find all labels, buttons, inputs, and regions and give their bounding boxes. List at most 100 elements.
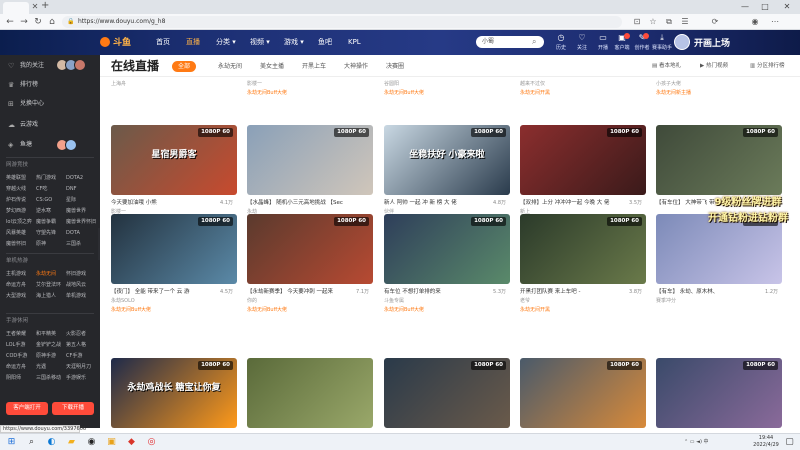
sidebar-game-link[interactable]: 阴阳师	[6, 373, 36, 383]
sidebar-game-link[interactable]: DOTA	[66, 228, 96, 238]
home-icon[interactable]: ⌂	[46, 17, 58, 27]
nav-kpl[interactable]: KPL	[348, 36, 361, 48]
sidebar-game-link[interactable]: 金铲铲之战	[36, 340, 66, 350]
stream-title[interactable]: 【水晶峰】 随机小三元高地挑战 【Sec	[247, 199, 357, 208]
stream-title[interactable]: 【永劫新赛季】 今天要冲刺 一起来	[247, 288, 357, 297]
sidebar-game-link[interactable]: 王者荣耀	[6, 329, 36, 339]
sidebar-game-link[interactable]: CS:GO	[36, 195, 66, 205]
forward-icon[interactable]: →	[18, 17, 30, 27]
stream-tag[interactable]: 永劫无间Buff大佬	[111, 306, 221, 314]
sidebar-game-link[interactable]: CF手游	[66, 351, 96, 361]
maximize-button[interactable]: □	[758, 2, 772, 12]
stream-title[interactable]: 【双排】上分 冲冲冲一起 今晚 大 佬	[520, 199, 630, 208]
sidebar-game-link[interactable]: 原神手游	[36, 351, 66, 361]
sidebar-game-link[interactable]: 星际	[66, 195, 96, 205]
streamer-name[interactable]: 你的	[247, 297, 357, 306]
streamer-name[interactable]: 赛季冲分	[656, 297, 766, 306]
avatar[interactable]	[674, 34, 690, 50]
reload-icon[interactable]: ↻	[32, 17, 44, 27]
sidebar-game-link[interactable]: 风暴英雄	[6, 228, 36, 238]
nav-games[interactable]: 游戏 ▾	[284, 36, 304, 48]
folder-icon[interactable]: ▰	[66, 437, 77, 448]
stream-thumbnail[interactable]	[247, 358, 373, 428]
site-logo[interactable]: 斗鱼	[113, 35, 131, 48]
stream-title[interactable]: 有车位 不想打单排的来	[384, 288, 494, 297]
tab-all[interactable]: 全部	[172, 61, 197, 72]
app-icon[interactable]: ▣	[106, 437, 117, 448]
sidebar-game-link[interactable]: lol云顶之弈	[6, 217, 36, 227]
hot-video-link[interactable]: ▶ 热门视频	[700, 61, 728, 71]
sidebar-game-link[interactable]: 单机游戏	[66, 291, 96, 301]
sidebar-item-exchange[interactable]: ⊞ 兑换中心	[0, 97, 100, 111]
sidebar-game-link[interactable]: CF吃	[36, 184, 66, 194]
stream-title[interactable]: 【夜门】 全能 带来了一个 云 游	[111, 288, 221, 297]
sidebar-game-link[interactable]: 火影忍者	[66, 329, 96, 339]
search-icon[interactable]: ⌕	[26, 437, 37, 448]
nav-fishbar[interactable]: 鱼吧	[318, 36, 332, 48]
nav-video[interactable]: 视频 ▾	[250, 36, 270, 48]
sidebar-game-link[interactable]: DNF	[66, 184, 96, 194]
nav-home[interactable]: 首页	[156, 36, 170, 48]
nav-category[interactable]: 分类 ▾	[216, 36, 236, 48]
sidebar-item-cloud[interactable]: ☁ 云游戏	[0, 118, 100, 132]
close-tab-icon[interactable]: ✕	[30, 2, 40, 12]
close-window-button[interactable]: ✕	[780, 2, 794, 12]
sidebar-game-link[interactable]: 魔兽争霸	[36, 217, 66, 227]
translate-icon[interactable]: ⊡	[632, 17, 642, 27]
stream-tag[interactable]: 永劫无间开黑	[520, 306, 630, 314]
stream-tag[interactable]: 永劫无间Buff大佬	[247, 89, 357, 97]
settings-more-icon[interactable]: ⋯	[770, 17, 780, 27]
browser-tab[interactable]	[3, 2, 29, 14]
sidebar-game-link[interactable]: 英雄联盟	[6, 173, 36, 183]
sidebar-game-link[interactable]: 梦幻西游	[6, 206, 36, 216]
nav-live[interactable]: 直播	[186, 36, 200, 48]
favorite-icon[interactable]: ☆	[648, 17, 658, 27]
sidebar-game-link[interactable]: 光遇	[36, 362, 66, 372]
url-input[interactable]: https://www.douyu.com/g_h8	[62, 16, 622, 28]
streamer-name[interactable]: 上海舟	[111, 80, 221, 89]
sidebar-game-link[interactable]: 永劫无间	[36, 269, 66, 279]
sidebar-game-link[interactable]: 三国杀移动	[36, 373, 66, 383]
sidebar-game-link[interactable]: 热门游戏	[36, 173, 66, 183]
extensions-icon[interactable]: ⧉	[664, 17, 674, 27]
creator-icon[interactable]: ✎	[632, 33, 652, 43]
fishpond-avatars[interactable]	[56, 139, 92, 151]
sidebar-game-link[interactable]: 第五人格	[66, 340, 96, 350]
stream-title[interactable]: 开黑打团队赛 来上车吧 -	[520, 288, 630, 297]
sync-icon[interactable]: ⟳	[710, 17, 720, 27]
windows-start-icon[interactable]: ⊞	[6, 437, 17, 448]
streamer-name[interactable]: 越来不过仅	[520, 80, 630, 89]
sidebar-game-link[interactable]: 魔兽世界	[66, 206, 96, 216]
streamer-name[interactable]: 斗鱼专属	[384, 297, 494, 306]
app-icon[interactable]: ◆	[126, 437, 137, 448]
sidebar-game-link[interactable]: 手游娱乐	[66, 373, 96, 383]
sidebar-game-link[interactable]: 大型游戏	[6, 291, 36, 301]
follow-icon[interactable]: ♡	[572, 33, 592, 43]
edge-icon[interactable]: ◐	[46, 437, 57, 448]
back-icon[interactable]: ←	[4, 17, 16, 27]
sidebar-game-link[interactable]: 和平精英	[36, 329, 66, 339]
sidebar-game-link[interactable]: 命运方舟	[6, 280, 36, 290]
douyu-logo-icon[interactable]	[100, 37, 110, 47]
sidebar-game-link[interactable]: 穿越火线	[6, 184, 36, 194]
app-icon[interactable]: ◉	[86, 437, 97, 448]
netease-icon[interactable]: ◎	[146, 437, 157, 448]
sidebar-game-link[interactable]: 天涯明月刀	[66, 362, 96, 372]
stream-title[interactable]: 今天要加油哦 小熊	[111, 199, 221, 208]
stream-tag[interactable]: 永劫无间Buff大佬	[247, 306, 357, 314]
sidebar-item-rank[interactable]: ♛ 排行榜	[0, 78, 100, 92]
sidebar-game-link[interactable]: DOTA2	[66, 173, 96, 183]
followed-avatars[interactable]	[56, 59, 92, 71]
tab-pro-play[interactable]: 大神操作	[344, 61, 368, 72]
notification-icon[interactable]: ▢	[784, 437, 795, 448]
sidebar-game-link[interactable]: 守望先锋	[36, 228, 66, 238]
user-name[interactable]: 开画上场	[694, 36, 730, 49]
stream-title[interactable]: 新人 阿帅 一起 冲 新 榜 大 佬	[384, 199, 494, 208]
sidebar-game-link[interactable]: 魔兽世界怀旧	[66, 217, 96, 227]
sidebar-game-link[interactable]: 炉石传说	[6, 195, 36, 205]
stream-tag[interactable]: 永劫无间Buff大佬	[384, 89, 494, 97]
sidebar-game-link[interactable]: COD手游	[6, 351, 36, 361]
stream-title[interactable]: 【有车】 永劫、原木林、	[656, 288, 766, 297]
minimize-button[interactable]: —	[738, 2, 752, 12]
category-rank-link[interactable]: ▥ 分区排行榜	[750, 61, 784, 71]
